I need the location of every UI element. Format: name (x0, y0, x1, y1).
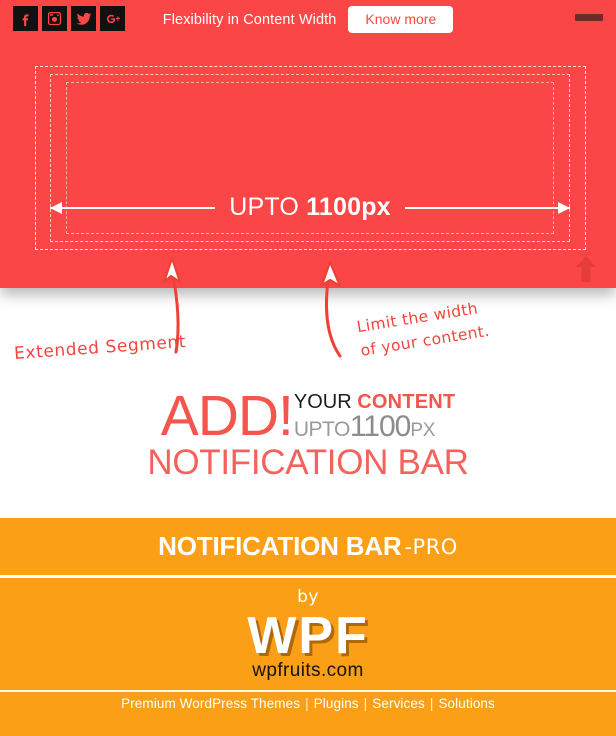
footer-link-plugins[interactable]: Plugins (314, 696, 359, 711)
wpf-logo: WPF (247, 607, 369, 665)
headline-line-upto: UPTO1100PX (293, 410, 455, 446)
notification-message: Flexibility in Content Width (162, 11, 337, 28)
notification-bar-preview-page: Flexibility in Content Width Know more U… (0, 0, 616, 736)
footer-link-solutions[interactable]: Solutions (438, 696, 494, 711)
headline-your: YOUR (293, 391, 352, 413)
footer-link-themes[interactable]: Premium WordPress Themes (121, 696, 300, 711)
width-label: UPTO 1100px (215, 193, 405, 222)
headline-unit: PX (410, 420, 436, 441)
width-indicator: UPTO 1100px (50, 193, 571, 222)
headline-right-stack: YOUR CONTENT UPTO1100PX (293, 392, 455, 446)
footer-sep-1: | (305, 696, 309, 711)
headline-value: 1100 (349, 410, 412, 443)
minimize-bar-button[interactable] (575, 14, 603, 21)
by-label: by (297, 587, 319, 607)
footer-sep-2: | (363, 696, 368, 711)
pro-banner-suffix: -PRO (404, 534, 458, 559)
annotation-limit-width: Limit the width of your content. (355, 295, 491, 363)
arrow-left-icon (50, 201, 216, 214)
width-frames: UPTO 1100px (0, 48, 616, 268)
headline-add: ADD! (160, 384, 294, 448)
wpf-url: wpfruits.com (252, 660, 364, 681)
headline-row-primary: ADD! YOUR CONTENT UPTO1100PX (160, 384, 456, 448)
footer-sep-3: | (429, 696, 434, 711)
notification-bar: Flexibility in Content Width Know more U… (0, 0, 616, 288)
width-label-value: 1100px (306, 193, 391, 221)
logo-area: by WPF wpfruits.com (0, 578, 616, 736)
footer-link-services[interactable]: Services (372, 696, 425, 711)
headline-subtitle: NOTIFICATION BAR (147, 443, 469, 482)
pro-banner-title: NOTIFICATION BAR (158, 531, 402, 561)
arrow-right-icon (404, 201, 571, 214)
width-label-prefix: UPTO (229, 193, 300, 221)
notification-bar-top-row: Flexibility in Content Width Know more (0, 0, 616, 40)
annotation-extended-segment: Extended Segment (13, 332, 187, 364)
notification-message-group: Flexibility in Content Width Know more (0, 6, 616, 33)
pro-banner: NOTIFICATION BAR -PRO (0, 518, 616, 575)
footer-links: Premium WordPress Themes | Plugins | Service… (0, 696, 616, 711)
know-more-button[interactable]: Know more (348, 6, 454, 33)
footer-divider (0, 690, 616, 692)
headline-upto: UPTO (293, 418, 350, 441)
headline-block: ADD! YOUR CONTENT UPTO1100PX NOTIFICATIO… (0, 384, 616, 482)
scroll-to-top-icon[interactable] (575, 256, 597, 282)
